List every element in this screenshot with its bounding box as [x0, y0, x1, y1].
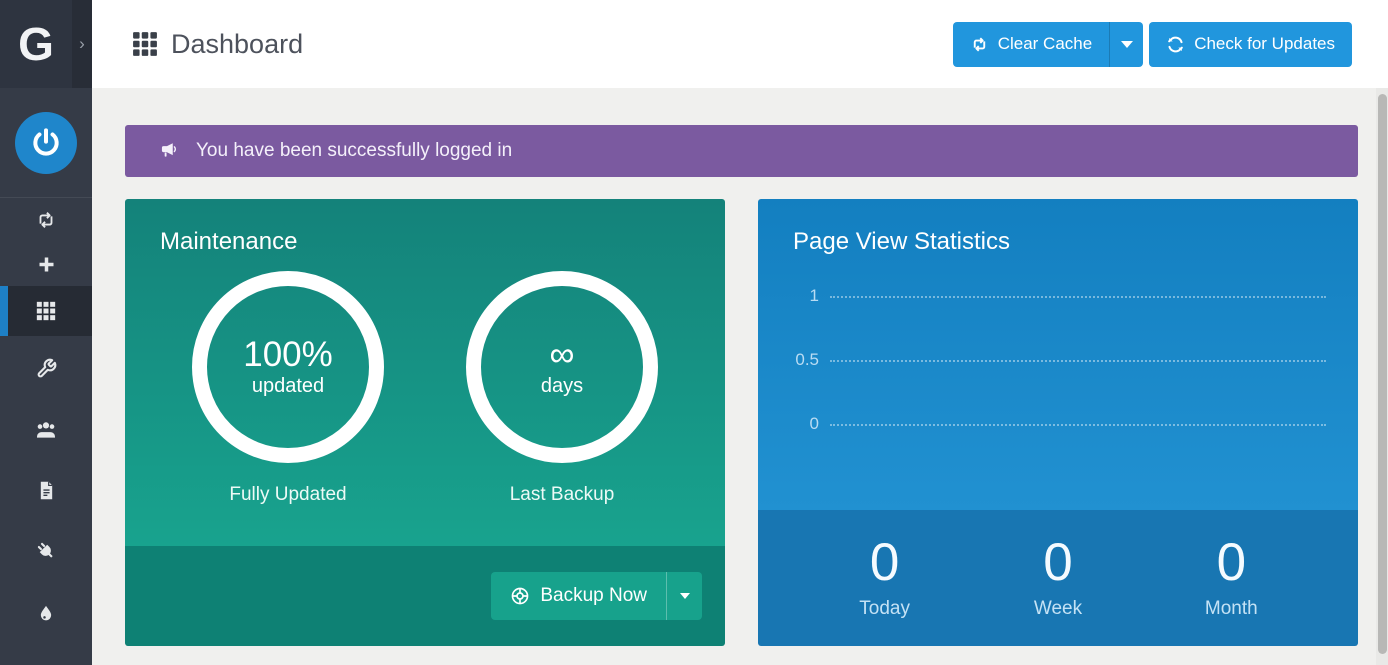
dotted-gridline — [830, 360, 1326, 362]
chart-gridline-row: 0 — [758, 415, 1326, 433]
power-section — [0, 88, 92, 198]
header-buttons: Clear Cache Check for Updates — [953, 22, 1352, 67]
sidebar-item-users[interactable] — [0, 400, 92, 460]
check-updates-label: Check for Updates — [1194, 34, 1335, 54]
sidebar-item-modules[interactable] — [0, 520, 92, 582]
banner-message: You have been successfully logged in — [196, 140, 512, 162]
plus-icon — [36, 254, 57, 275]
notification-banner: You have been successfully logged in — [125, 125, 1358, 177]
file-icon — [36, 480, 57, 501]
maintenance-footer: Backup Now — [125, 546, 725, 646]
dotted-gridline — [830, 296, 1326, 298]
sidebar-collapse-toggle[interactable]: › — [72, 0, 92, 88]
droplet-icon — [36, 604, 56, 624]
sidebar-item-pages[interactable] — [0, 460, 92, 520]
users-icon — [34, 418, 58, 442]
power-icon[interactable] — [15, 112, 77, 174]
wrench-icon — [36, 358, 57, 379]
caret-down-icon — [680, 593, 690, 599]
app-logo[interactable]: G — [0, 0, 72, 88]
page-view-statistics-panel: Page View Statistics 1 0.5 0 0 Today 0 W… — [758, 199, 1358, 646]
backup-ring: ∞ days — [466, 271, 658, 463]
scrollbar-track[interactable] — [1376, 88, 1388, 665]
clear-cache-label: Clear Cache — [998, 34, 1093, 54]
backup-dropdown-toggle[interactable] — [666, 572, 702, 620]
updated-caption: Fully Updated — [192, 484, 384, 506]
updated-ring: 100% updated — [192, 271, 384, 463]
plug-icon — [35, 540, 58, 563]
clear-cache-main[interactable]: Clear Cache — [953, 22, 1110, 67]
stat-week-label: Week — [978, 598, 1138, 620]
logo-block: G › — [0, 0, 92, 88]
check-updates-main[interactable]: Check for Updates — [1149, 22, 1352, 67]
stats-title: Page View Statistics — [758, 199, 1358, 256]
updated-value: 100% — [243, 336, 333, 375]
backup-unit: days — [541, 375, 583, 398]
backup-caption: Last Backup — [466, 484, 658, 506]
stat-month-value: 0 — [1151, 536, 1311, 589]
retweet-icon — [35, 209, 57, 231]
backup-value: ∞ — [550, 336, 575, 375]
life-ring-icon — [510, 586, 530, 606]
refresh-icon — [1166, 35, 1185, 54]
sidebar: G › — [0, 0, 92, 665]
maintenance-captions: Fully Updated Last Backup — [125, 484, 725, 506]
sidebar-item-logs[interactable] — [0, 582, 92, 646]
stat-today-value: 0 — [805, 536, 965, 589]
megaphone-icon — [159, 140, 181, 162]
grid-icon — [36, 301, 56, 321]
page-title-group: Dashboard — [132, 29, 303, 60]
caret-down-icon — [1121, 41, 1133, 48]
sidebar-item-setup[interactable] — [0, 336, 92, 400]
header: Dashboard Clear Cache — [92, 0, 1388, 88]
stat-month-label: Month — [1151, 598, 1311, 620]
retweet-icon — [970, 35, 989, 54]
sidebar-item-dashboard[interactable] — [0, 286, 92, 336]
sidebar-item-refresh[interactable] — [0, 198, 92, 242]
clear-cache-button[interactable]: Clear Cache — [953, 22, 1144, 67]
scrollbar-thumb[interactable] — [1378, 94, 1387, 654]
y-tick-label: 1 — [758, 286, 830, 306]
maintenance-title: Maintenance — [125, 199, 725, 256]
main-content: You have been successfully logged in Mai… — [92, 88, 1388, 665]
backup-now-main[interactable]: Backup Now — [491, 572, 666, 620]
stat-today: 0 Today — [805, 536, 965, 620]
maintenance-body: Maintenance 100% updated ∞ days Fully Up… — [125, 199, 725, 546]
sidebar-item-add[interactable] — [0, 242, 92, 286]
stat-month: 0 Month — [1151, 536, 1311, 620]
maintenance-circles: 100% updated ∞ days — [125, 271, 725, 463]
check-updates-button[interactable]: Check for Updates — [1149, 22, 1352, 67]
maintenance-panel: Maintenance 100% updated ∞ days Fully Up… — [125, 199, 725, 646]
chart-gridline-row: 1 — [758, 287, 1326, 305]
dotted-gridline — [830, 424, 1326, 426]
clear-cache-dropdown-toggle[interactable] — [1109, 22, 1143, 67]
updated-unit: updated — [252, 375, 324, 398]
chart-gridline-row: 0.5 — [758, 351, 1326, 369]
page-title: Dashboard — [171, 29, 303, 60]
y-tick-label: 0 — [758, 414, 830, 434]
backup-now-button[interactable]: Backup Now — [491, 572, 702, 620]
grid-icon — [132, 31, 158, 57]
y-tick-label: 0.5 — [758, 350, 830, 370]
stat-today-label: Today — [805, 598, 965, 620]
stat-week-value: 0 — [978, 536, 1138, 589]
stats-summary-footer: 0 Today 0 Week 0 Month — [758, 510, 1358, 646]
stat-week: 0 Week — [978, 536, 1138, 620]
backup-now-label: Backup Now — [540, 585, 647, 607]
chevron-right-icon: › — [79, 34, 85, 54]
